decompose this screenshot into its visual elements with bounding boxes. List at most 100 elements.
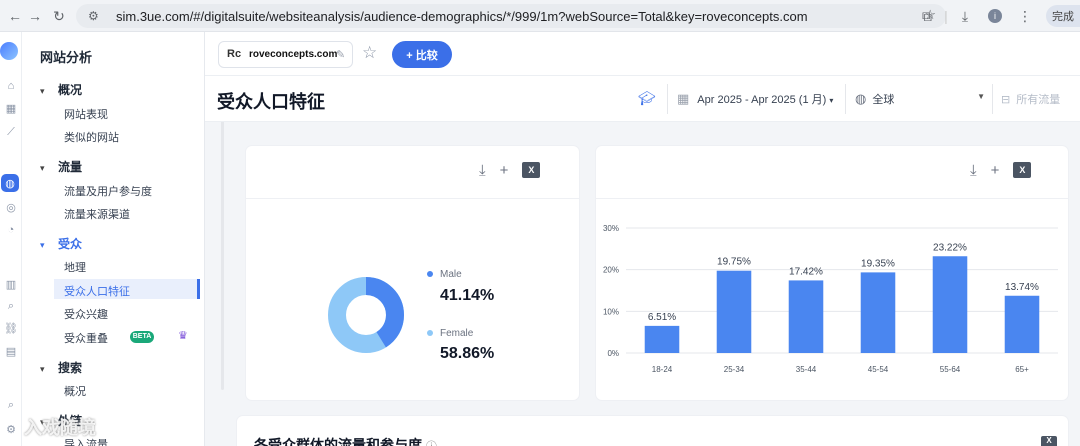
section-label: 概况 (58, 83, 83, 97)
traffic-value: 所有流量 (1016, 94, 1061, 106)
extensions-icon[interactable]: ⧉ (912, 8, 942, 25)
excel-icon[interactable]: X (1013, 162, 1032, 178)
male-value: 41.14% (440, 287, 495, 304)
x-tick-label: 45-54 (868, 365, 889, 374)
bar-chart-svg: 0% 10% 20% 30% 6.51% 18-24 19.75% 25-34 17.42% 35… (603, 224, 1058, 374)
divider (596, 198, 1068, 199)
excel-icon[interactable]: X (1041, 436, 1057, 446)
address-bar[interactable]: ⚙ sim.3ue.com/#/digitalsuite/websiteanal… (76, 4, 946, 28)
compare-button[interactable]: + 比较 (392, 41, 452, 68)
sidebar-scrollbar[interactable] (221, 80, 224, 390)
chevron-down-icon: ▼ (977, 92, 985, 101)
date-range-select[interactable]: ▦ Apr 2025 - Apr 2025 (1 月) ▾ (677, 91, 833, 107)
globe-icon: ◍ (855, 91, 867, 106)
crown-icon: ♛ (178, 330, 188, 342)
geo-select[interactable]: ◍ 全球 ▼ (855, 91, 985, 107)
bar-value-label: 17.42% (789, 266, 823, 277)
geo-value: 全球 (872, 94, 895, 106)
sidebar-item-overlap[interactable]: 受众重叠 (64, 330, 108, 346)
y-tick-label: 0% (607, 349, 619, 358)
sidebar-item-similar[interactable]: 类似的网站 (64, 129, 119, 145)
sidebar-item-interests[interactable]: 受众兴趣 (64, 306, 108, 322)
engagement-title-text: 各受众群体的流量和参与度 (254, 437, 422, 446)
download-icon[interactable]: ⤓ (479, 162, 486, 179)
female-legend-dot (427, 330, 433, 336)
sidebar-item-channels[interactable]: 流量来源渠道 (64, 206, 130, 222)
link-icon[interactable]: ⛓ (0, 322, 22, 335)
chevron-down-icon: ▾ (40, 163, 45, 173)
divider (246, 198, 579, 199)
bar-value-label: 13.74% (1005, 282, 1039, 293)
sidebar-section-audience[interactable]: ▾ 受众 (40, 235, 82, 252)
home-icon[interactable]: ⌂ (0, 80, 22, 92)
bar-value-label: 23.22% (933, 242, 967, 253)
sidebar-item-engagement[interactable]: 流量及用户参与度 (64, 183, 152, 199)
bar-value-label: 19.35% (861, 258, 895, 269)
y-tick-label: 20% (603, 266, 619, 275)
reload-icon[interactable]: ↻ (46, 3, 72, 29)
date-range-value: Apr 2025 - Apr 2025 (1 月) (697, 94, 827, 106)
sidebar-item-search-overview[interactable]: 概况 (64, 383, 86, 399)
settings-icon[interactable]: ⚙ (0, 423, 22, 436)
male-label: Male (440, 269, 462, 280)
bar (860, 272, 896, 353)
url-text: sim.3ue.com/#/digitalsuite/websiteanalys… (116, 8, 808, 24)
add-icon[interactable]: + (500, 162, 509, 179)
sidebar-section-traffic[interactable]: ▾ 流量 (40, 158, 82, 175)
graduation-cap-icon[interactable]: 🎓︎ (638, 90, 656, 107)
sidebar-title: 网站分析 (40, 50, 93, 65)
traffic-select[interactable]: ⊟ 所有流量 (1001, 91, 1060, 107)
card-toolbar: ⤓ + X (970, 162, 1032, 179)
search-icon[interactable]: ⌕ (0, 399, 22, 412)
age-bar-chart: 0% 10% 20% 30% 6.51% 18-24 19.75% 25-34 17.42% 35… (596, 206, 1068, 386)
traffic-icon: ⊟ (1001, 94, 1011, 106)
female-label: Female (440, 328, 474, 339)
separator: | (944, 8, 948, 24)
app-logo-icon[interactable] (0, 42, 18, 60)
forward-icon[interactable]: → (22, 3, 48, 29)
favorite-star-icon[interactable]: ☆ (362, 43, 377, 63)
compass-icon[interactable]: ◎ (0, 201, 22, 214)
sidebar-item-demographics[interactable]: 受众人口特征 (64, 283, 130, 299)
divider (845, 84, 846, 114)
pie-icon[interactable]: ◔ (0, 224, 22, 236)
y-tick-label: 10% (603, 307, 619, 316)
sidebar-section-search[interactable]: ▾ 搜索 (40, 359, 82, 376)
bar-icon[interactable]: ▥ (0, 278, 22, 291)
profile-button[interactable]: 完成 (1046, 5, 1080, 27)
page-title: 受众人口特征 (217, 92, 325, 112)
download-icon[interactable]: ⤓ (970, 162, 977, 179)
chevron-down-icon: ▾ (829, 96, 834, 105)
dashboard-icon[interactable]: ▦ (0, 102, 22, 115)
site-info-icon[interactable]: ⚙ (88, 9, 104, 23)
menu-icon[interactable]: ⋮ (1010, 8, 1040, 25)
add-icon[interactable]: + (991, 162, 1000, 179)
globe-icon[interactable]: ◍ (1, 174, 19, 192)
avatar-initial: i (988, 9, 1002, 23)
chevron-down-icon: ▾ (40, 364, 45, 374)
domain-chip[interactable]: Rc roveconcepts.com ✎ (218, 41, 353, 68)
calendar-icon: ▦ (677, 91, 690, 106)
bar-value-label: 6.51% (648, 312, 676, 323)
bar (788, 280, 824, 353)
bar (932, 256, 968, 353)
trend-icon[interactable]: ⟋ (0, 126, 22, 139)
sidebar-item-performance[interactable]: 网站表现 (64, 106, 108, 122)
card-toolbar: ⤓ + X (479, 162, 541, 179)
sidebar-item-geography[interactable]: 地理 (64, 259, 86, 275)
beta-badge: BETA (130, 331, 154, 343)
info-icon[interactable]: ⓘ (426, 441, 437, 446)
edit-icon[interactable]: ✎ (336, 48, 345, 61)
avatar[interactable]: i (980, 9, 1010, 23)
sidebar-section-overview[interactable]: ▾ 概况 (40, 81, 82, 98)
search-list-icon[interactable]: ⌕ (0, 300, 22, 313)
section-label: 受众 (58, 237, 83, 251)
x-tick-label: 35-44 (796, 365, 817, 374)
doc-icon[interactable]: ▤ (0, 345, 22, 358)
excel-icon[interactable]: X (522, 162, 541, 178)
x-tick-label: 25-34 (724, 365, 745, 374)
x-tick-label: 55-64 (940, 365, 961, 374)
section-label: 流量 (58, 160, 83, 174)
engagement-card-title: 各受众群体的流量和参与度 ⓘ (254, 435, 437, 446)
download-icon[interactable]: ⤓ (950, 8, 980, 25)
